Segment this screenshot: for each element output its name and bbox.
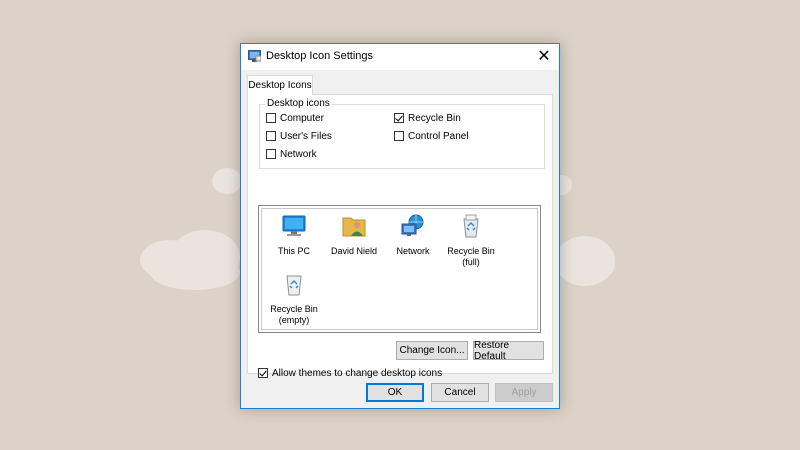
list-item-label-line2: (empty) [278, 315, 310, 325]
checkbox-computer-label: Computer [280, 112, 324, 124]
checkbox-network[interactable]: Network [266, 147, 317, 161]
icon-list-view[interactable]: This PC David Nield Network Recycle Bin … [258, 205, 541, 333]
checkbox-users-files-label: User's Files [280, 130, 332, 142]
desktop-icons-groupbox: Desktop icons Computer Recycle Bin User'… [259, 98, 545, 169]
checkbox-allow-themes-label: Allow themes to change desktop icons [272, 367, 443, 379]
groupbox-legend: Desktop icons [265, 98, 332, 109]
ok-button[interactable]: OK [366, 383, 424, 402]
change-icon-button[interactable]: Change Icon... [396, 341, 468, 360]
recycle-bin-empty-icon [286, 275, 302, 296]
checkbox-network-label: Network [280, 148, 317, 160]
cancel-button[interactable]: Cancel [431, 383, 489, 402]
list-item-label-line1: Recycle Bin [270, 304, 318, 314]
checkbox-recycle-bin-box[interactable] [394, 113, 404, 123]
user-folder-icon [342, 217, 366, 237]
list-item-network[interactable]: Network [385, 212, 441, 257]
list-item-label: Network [396, 246, 430, 256]
list-item-this-pc[interactable]: This PC [266, 212, 322, 257]
dialog-body: Desktop Icons Desktop icons Computer Rec… [241, 70, 559, 408]
recycle-bin-full-icon [463, 214, 479, 238]
list-item-label: This PC [277, 246, 310, 256]
list-item-label-line1: Recycle Bin [447, 246, 495, 256]
close-button[interactable]: ✕ [529, 44, 559, 70]
list-item-david-nield[interactable]: David Nield [326, 212, 382, 257]
desktop-settings-icon [248, 50, 261, 62]
list-item-label-line2: (full) [462, 257, 480, 267]
checkbox-control-panel[interactable]: Control Panel [394, 129, 469, 143]
close-icon: ✕ [537, 48, 551, 65]
desktop-icon-settings-dialog: Desktop Icon Settings ✕ Desktop Icons De… [240, 43, 560, 409]
icon-list-frame: This PC David Nield Network Recycle Bin … [261, 208, 538, 330]
checkbox-users-files-box[interactable] [266, 131, 276, 141]
dialog-title: Desktop Icon Settings [266, 50, 374, 62]
checkbox-control-panel-box[interactable] [394, 131, 404, 141]
network-icon [401, 214, 424, 236]
checkbox-network-box[interactable] [266, 149, 276, 159]
checkbox-allow-themes-box[interactable] [258, 368, 268, 378]
apply-button[interactable]: Apply [495, 383, 553, 402]
checkbox-recycle-bin[interactable]: Recycle Bin [394, 111, 461, 125]
list-item-label: David Nield [330, 246, 378, 256]
list-item-recycle-bin-full[interactable]: Recycle Bin (full) [443, 212, 499, 268]
tab-desktop-icons[interactable]: Desktop Icons [247, 75, 313, 95]
monitor-icon [282, 215, 306, 236]
checkbox-computer-box[interactable] [266, 113, 276, 123]
title-bar[interactable]: Desktop Icon Settings ✕ [241, 44, 559, 70]
checkbox-allow-themes[interactable]: Allow themes to change desktop icons [258, 366, 442, 380]
list-item-recycle-bin-empty[interactable]: Recycle Bin (empty) [266, 270, 322, 326]
checkbox-computer[interactable]: Computer [266, 111, 324, 125]
checkbox-control-panel-label: Control Panel [408, 130, 469, 142]
checkbox-recycle-bin-label: Recycle Bin [408, 112, 461, 124]
restore-default-button[interactable]: Restore Default [473, 340, 544, 362]
checkbox-users-files[interactable]: User's Files [266, 129, 332, 143]
